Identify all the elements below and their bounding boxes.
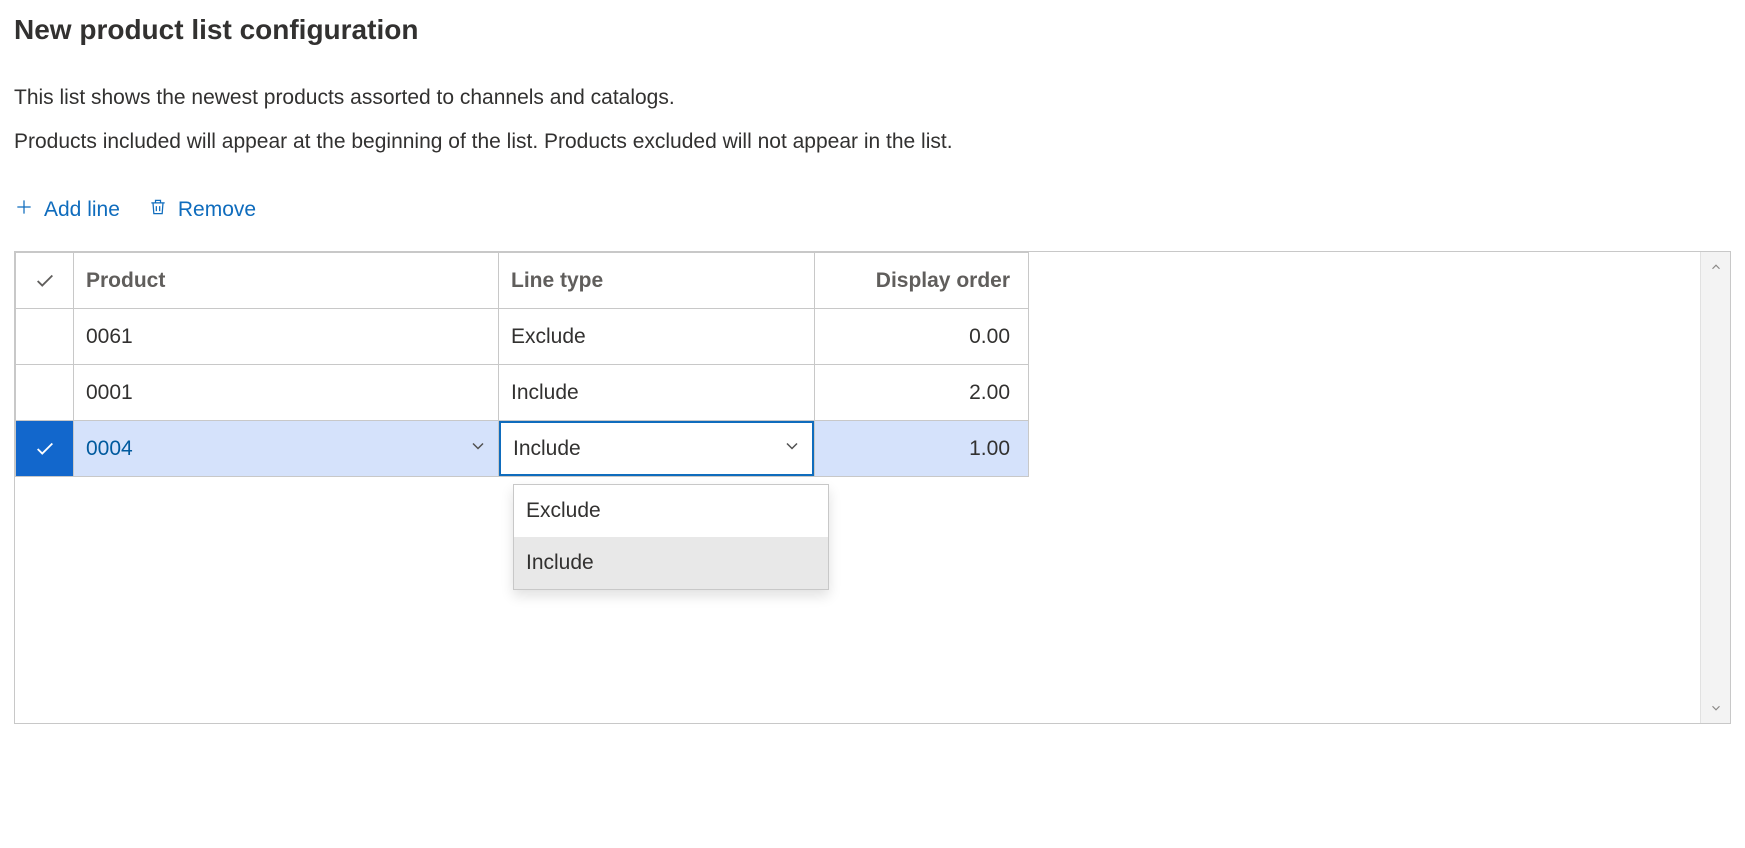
vertical-scrollbar[interactable] <box>1700 252 1730 723</box>
column-header-line-type[interactable]: Line type <box>499 253 815 309</box>
chevron-down-icon[interactable] <box>782 436 802 462</box>
description-line-2: Products included will appear at the beg… <box>14 126 1731 158</box>
product-grid: Product Line type Display order 0061 Exc… <box>14 251 1731 724</box>
row-selector[interactable] <box>16 365 74 421</box>
remove-button[interactable]: Remove <box>148 197 256 223</box>
line-type-select[interactable]: Include <box>499 421 814 476</box>
description-line-1: This list shows the newest products asso… <box>14 82 1731 114</box>
cell-line-type[interactable]: Include <box>499 365 815 421</box>
trash-icon <box>148 197 168 223</box>
remove-label: Remove <box>178 198 256 222</box>
table-row[interactable]: 0061 Exclude 0.00 <box>16 309 1029 365</box>
scroll-down-button[interactable] <box>1701 693 1730 723</box>
cell-line-type[interactable]: Include <box>499 421 815 477</box>
column-header-product[interactable]: Product <box>74 253 499 309</box>
cell-line-type[interactable]: Exclude <box>499 309 815 365</box>
cell-product[interactable]: 0004 <box>74 421 499 477</box>
row-selector[interactable] <box>16 421 74 477</box>
dropdown-option-include[interactable]: Include <box>514 537 828 589</box>
grid-header-row: Product Line type Display order <box>16 253 1029 309</box>
dropdown-option-exclude[interactable]: Exclude <box>514 485 828 537</box>
plus-icon <box>14 197 34 223</box>
line-type-value: Include <box>513 437 581 461</box>
scroll-up-button[interactable] <box>1701 252 1730 282</box>
page-title: New product list configuration <box>14 14 1731 46</box>
cell-product-value: 0004 <box>86 437 133 460</box>
cell-display-order[interactable]: 1.00 <box>815 421 1029 477</box>
chevron-down-icon[interactable] <box>468 436 488 462</box>
table-row[interactable]: 0001 Include 2.00 <box>16 365 1029 421</box>
column-header-display-order[interactable]: Display order <box>815 253 1029 309</box>
add-line-button[interactable]: Add line <box>14 197 120 223</box>
cell-product[interactable]: 0061 <box>74 309 499 365</box>
line-type-dropdown[interactable]: Exclude Include <box>513 484 829 590</box>
add-line-label: Add line <box>44 198 120 222</box>
row-selector[interactable] <box>16 309 74 365</box>
grid-toolbar: Add line Remove <box>14 197 1731 223</box>
cell-display-order[interactable]: 0.00 <box>815 309 1029 365</box>
cell-product[interactable]: 0001 <box>74 365 499 421</box>
table-row[interactable]: 0004 Include 1.00 <box>16 421 1029 477</box>
cell-display-order[interactable]: 2.00 <box>815 365 1029 421</box>
select-all-header[interactable] <box>16 253 74 309</box>
